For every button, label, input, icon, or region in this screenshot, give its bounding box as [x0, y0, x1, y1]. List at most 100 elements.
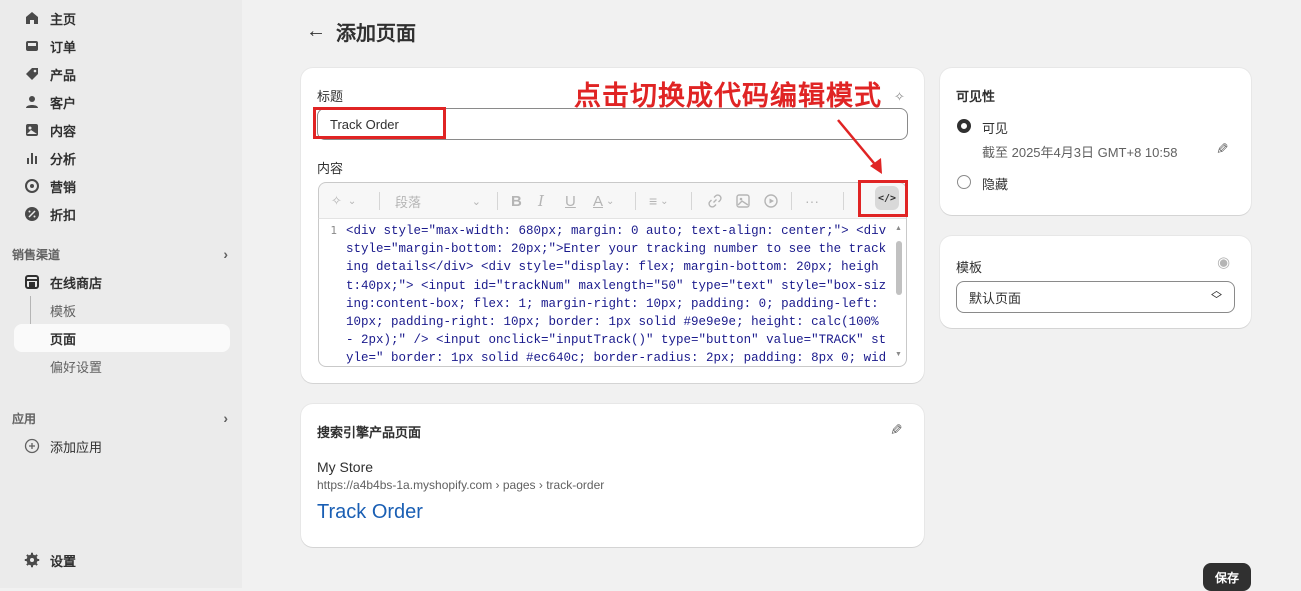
- more-icon[interactable]: ···: [805, 191, 819, 211]
- sidebar-item-label: 模板: [50, 303, 77, 319]
- sparkle-icon[interactable]: ✧: [894, 89, 905, 105]
- paragraph-select-value: 段落: [395, 194, 422, 210]
- toolbar-divider: [635, 192, 636, 210]
- sidebar-item-settings[interactable]: 设置: [14, 546, 230, 574]
- person-icon: [24, 94, 40, 110]
- sidebar-item-label: 产品: [50, 67, 77, 83]
- save-button[interactable]: 保存: [1203, 563, 1251, 591]
- save-button-label: 保存: [1214, 571, 1239, 585]
- annotation-arrow: [837, 119, 882, 174]
- toolbar-divider: [791, 192, 792, 210]
- sidebar-item-label: 折扣: [50, 207, 77, 223]
- section-label: 应用: [12, 411, 37, 426]
- sidebar-item-label: 在线商店: [50, 275, 103, 291]
- visibility-title: 可见性: [956, 89, 996, 104]
- sidebar-item-home[interactable]: 主页: [14, 4, 230, 32]
- sidebar-item-label: 页面: [50, 331, 77, 347]
- ai-magic-icon[interactable]: ✧ ⌄: [331, 191, 356, 211]
- image-icon: [24, 122, 40, 138]
- page-header: ← 添加页面: [306, 16, 416, 46]
- template-select-value: 默认页面: [969, 290, 1022, 306]
- visible-label: 可见: [982, 121, 1009, 136]
- sidebar-item-orders[interactable]: 订单: [14, 32, 230, 60]
- home-icon: [24, 10, 40, 26]
- sidebar-item-analytics[interactable]: 分析: [14, 144, 230, 172]
- annotation-text: 点击切换成代码编辑模式: [574, 81, 882, 112]
- sales-channels-section[interactable]: 销售渠道 ›: [12, 244, 232, 264]
- eye-icon[interactable]: ◉: [1217, 253, 1230, 271]
- sidebar-item-label: 订单: [50, 39, 77, 55]
- highlight-box-code-button: [858, 180, 908, 217]
- sidebar-item-label: 添加应用: [50, 439, 103, 455]
- page-title: 添加页面: [336, 22, 416, 45]
- content-label: 内容: [317, 161, 344, 176]
- inbox-icon: [24, 38, 40, 54]
- title-label: 标题: [317, 89, 344, 104]
- underline-icon[interactable]: U: [565, 191, 576, 211]
- align-icon[interactable]: ≡ ⌄: [649, 191, 669, 211]
- tag-icon: [24, 66, 40, 82]
- visible-date: 截至 2025年4月3日 GMT+8 10:58: [982, 145, 1178, 160]
- sidebar-subitem-preferences[interactable]: 偏好设置: [14, 352, 230, 380]
- editor-toolbar: ✧ ⌄ 段落 ⌄ B I U A ⌄ ≡ ⌄ ···: [318, 182, 907, 218]
- sidebar-item-marketing[interactable]: 营销: [14, 172, 230, 200]
- plus-circle-icon: [24, 438, 40, 454]
- template-select[interactable]: 默认页面 ︿ ﹀: [956, 281, 1235, 313]
- paragraph-select[interactable]: 段落 ⌄: [395, 191, 481, 211]
- video-icon[interactable]: [763, 191, 779, 211]
- text-color-icon[interactable]: A ⌄: [593, 191, 614, 211]
- italic-icon[interactable]: I: [538, 191, 544, 211]
- highlight-box-title: [313, 107, 446, 139]
- sidebar-item-discounts[interactable]: 折扣: [14, 200, 230, 228]
- toolbar-divider: [691, 192, 692, 210]
- gear-icon: [24, 552, 40, 568]
- visible-radio[interactable]: [957, 119, 971, 133]
- section-label: 销售渠道: [12, 247, 61, 262]
- chevron-right-icon: ›: [223, 410, 228, 426]
- toolbar-divider: [497, 192, 498, 210]
- hidden-label: 隐藏: [982, 177, 1009, 192]
- template-title: 模板: [956, 260, 983, 275]
- html-code-editor[interactable]: 1 <div style="max-width: 680px; margin: …: [318, 218, 907, 367]
- sidebar-item-label: 主页: [50, 11, 77, 27]
- discount-icon: [24, 206, 40, 222]
- seo-store-name: My Store: [317, 459, 374, 475]
- edit-pencil-icon[interactable]: ✎: [890, 421, 903, 439]
- sidebar-item-label: 内容: [50, 123, 77, 139]
- code-content: <div style="max-width: 680px; margin: 0 …: [346, 224, 887, 366]
- scroll-thumb[interactable]: [896, 241, 902, 295]
- chevron-down-icon: ⌄: [471, 195, 481, 208]
- sidebar-item-products[interactable]: 产品: [14, 60, 230, 88]
- chevron-right-icon: ›: [223, 246, 228, 262]
- toolbar-divider: [379, 192, 380, 210]
- target-icon: [24, 178, 40, 194]
- bar-chart-icon: [24, 150, 40, 166]
- edit-pencil-icon[interactable]: ✎: [1216, 140, 1229, 158]
- bold-icon[interactable]: B: [511, 191, 522, 211]
- sidebar-item-label: 营销: [50, 179, 77, 195]
- seo-title: 搜索引擎产品页面: [317, 425, 422, 440]
- sidebar-item-label: 偏好设置: [50, 359, 103, 375]
- sidebar-item-add-app[interactable]: 添加应用: [14, 432, 230, 460]
- hidden-radio[interactable]: [957, 175, 971, 189]
- chevron-updown-icon: ︿ ﹀: [1211, 285, 1222, 306]
- sidebar-item-label: 分析: [50, 151, 77, 167]
- scroll-down-arrow-icon[interactable]: ▼: [895, 351, 902, 358]
- seo-url: https://a4b4bs-1a.myshopify.com › pages …: [317, 478, 605, 492]
- image-insert-icon[interactable]: [735, 191, 751, 211]
- link-icon[interactable]: [707, 191, 723, 211]
- sidebar: 主页 订单 产品 客户 内容 分析 营销 折扣 销售渠道 › 在线商店 模板 页…: [0, 0, 242, 588]
- code-scrollbar[interactable]: ▲ ▼: [894, 225, 904, 361]
- sidebar-subitem-themes[interactable]: 模板: [14, 296, 230, 324]
- back-arrow-icon[interactable]: ←: [306, 20, 326, 43]
- store-icon: [24, 274, 40, 290]
- sidebar-item-content[interactable]: 内容: [14, 116, 230, 144]
- sidebar-item-online-store[interactable]: 在线商店: [14, 268, 230, 296]
- apps-section[interactable]: 应用 ›: [12, 408, 232, 428]
- sidebar-item-customers[interactable]: 客户: [14, 88, 230, 116]
- seo-page-title: Track Order: [317, 501, 423, 523]
- scroll-up-arrow-icon[interactable]: ▲: [895, 225, 902, 232]
- toolbar-divider: [843, 192, 844, 210]
- sidebar-subitem-pages[interactable]: 页面: [14, 324, 230, 352]
- sidebar-item-label: 设置: [50, 553, 77, 569]
